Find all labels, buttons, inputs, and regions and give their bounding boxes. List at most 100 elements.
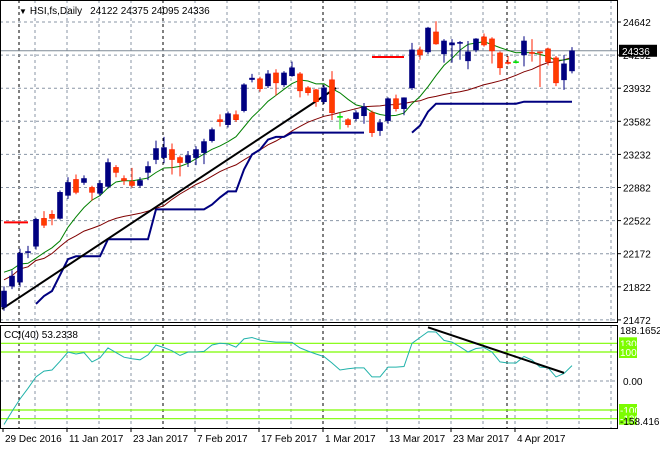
candle-body bbox=[505, 62, 511, 64]
candle bbox=[393, 94, 399, 112]
candle bbox=[41, 211, 47, 229]
candle bbox=[289, 61, 295, 77]
candle-body bbox=[73, 179, 79, 193]
candle-body bbox=[113, 167, 119, 173]
cci-trendline bbox=[427, 326, 565, 374]
fast-moving-average-line bbox=[3, 41, 573, 273]
dropdown-arrow-icon[interactable]: ▼ bbox=[19, 7, 27, 16]
candle bbox=[553, 56, 559, 87]
date-axis-label: 13 Mar 2017 bbox=[389, 434, 446, 445]
candle-body bbox=[193, 149, 199, 158]
candle-body bbox=[473, 38, 479, 51]
candle bbox=[497, 51, 503, 75]
date-axis-label: 1 Mar 2017 bbox=[325, 434, 376, 445]
candle bbox=[489, 37, 495, 64]
candle-body bbox=[545, 48, 551, 63]
price-axis-label: 22522 bbox=[623, 217, 651, 228]
candle-body bbox=[145, 166, 151, 173]
candle-body bbox=[561, 63, 567, 81]
candle bbox=[33, 217, 39, 250]
candle-body bbox=[97, 183, 103, 194]
candle-body bbox=[321, 87, 327, 103]
price-pane bbox=[0, 21, 617, 311]
candle-body bbox=[257, 78, 263, 90]
candle bbox=[81, 175, 87, 185]
candle-body bbox=[521, 40, 527, 56]
candle bbox=[57, 190, 63, 220]
candle bbox=[265, 70, 271, 88]
candle bbox=[193, 146, 199, 166]
price-axis-label: 23932 bbox=[623, 84, 651, 95]
candle bbox=[273, 69, 279, 96]
date-axis-label: 29 Dec 2016 bbox=[5, 434, 62, 445]
candle bbox=[441, 39, 447, 63]
candle bbox=[161, 136, 167, 164]
support-line bbox=[35, 131, 364, 305]
current-price-label: 24336 bbox=[622, 47, 650, 58]
candle-body bbox=[161, 147, 167, 158]
candle-body bbox=[129, 181, 135, 186]
candle bbox=[433, 21, 439, 45]
candle bbox=[481, 33, 487, 47]
candle bbox=[473, 38, 479, 53]
candle-body bbox=[553, 57, 559, 84]
cci-label: CCI(40) 53.2338 bbox=[4, 330, 78, 341]
candle-body bbox=[217, 119, 223, 122]
candle-body bbox=[289, 67, 295, 77]
candle-body bbox=[513, 61, 519, 63]
candle-body bbox=[33, 219, 39, 247]
candle bbox=[345, 118, 351, 128]
cci-level-label: 100 bbox=[620, 348, 637, 359]
candle-body bbox=[249, 77, 255, 80]
candle bbox=[209, 127, 215, 143]
date-axis-label: 4 Apr 2017 bbox=[517, 434, 566, 445]
candle-body bbox=[297, 73, 303, 92]
candle bbox=[185, 150, 191, 167]
candle bbox=[569, 47, 575, 74]
candle bbox=[313, 88, 319, 107]
candle-body bbox=[441, 40, 447, 55]
candle-body bbox=[337, 116, 343, 118]
candle bbox=[217, 114, 223, 127]
candle bbox=[417, 46, 423, 60]
candle-body bbox=[393, 98, 399, 109]
candle bbox=[73, 174, 79, 195]
candle bbox=[121, 175, 127, 185]
candle bbox=[353, 110, 359, 121]
candle-body bbox=[361, 106, 367, 117]
date-axis-label: 23 Mar 2017 bbox=[453, 434, 510, 445]
candle bbox=[9, 270, 15, 290]
candle-body bbox=[305, 87, 311, 93]
hsi-daily-chart[interactable]: 2464224292239322358223232228822252222172… bbox=[0, 0, 660, 450]
candle bbox=[249, 73, 255, 83]
candle-body bbox=[369, 112, 375, 133]
candle-body bbox=[433, 31, 439, 45]
candle bbox=[513, 59, 519, 64]
candle bbox=[113, 165, 119, 178]
date-axis-label: 11 Jan 2017 bbox=[69, 434, 124, 445]
candle-body bbox=[481, 36, 487, 46]
candle-body bbox=[241, 84, 247, 111]
candle-body bbox=[281, 72, 287, 86]
candle-body bbox=[353, 112, 359, 119]
cci-min-label: -158.416 bbox=[620, 417, 660, 428]
price-axis-label: 22882 bbox=[623, 184, 651, 195]
candle bbox=[369, 110, 375, 137]
cci-max-label: 188.1652 bbox=[620, 326, 660, 337]
price-axis-label: 21822 bbox=[623, 283, 651, 294]
cci-zero-label: 0.00 bbox=[623, 377, 643, 388]
candle bbox=[201, 138, 207, 165]
candle-body bbox=[401, 97, 407, 109]
candle bbox=[505, 56, 511, 65]
candle-body bbox=[265, 73, 271, 87]
candle bbox=[241, 83, 247, 113]
candle-body bbox=[169, 149, 175, 160]
date-axis-label: 17 Feb 2017 bbox=[261, 434, 318, 445]
candle-body bbox=[9, 275, 15, 287]
support-line bbox=[411, 100, 572, 134]
candle-body bbox=[209, 129, 215, 141]
candle bbox=[225, 111, 231, 128]
candle-body bbox=[105, 162, 111, 187]
candle bbox=[425, 26, 431, 55]
candle bbox=[537, 51, 543, 88]
